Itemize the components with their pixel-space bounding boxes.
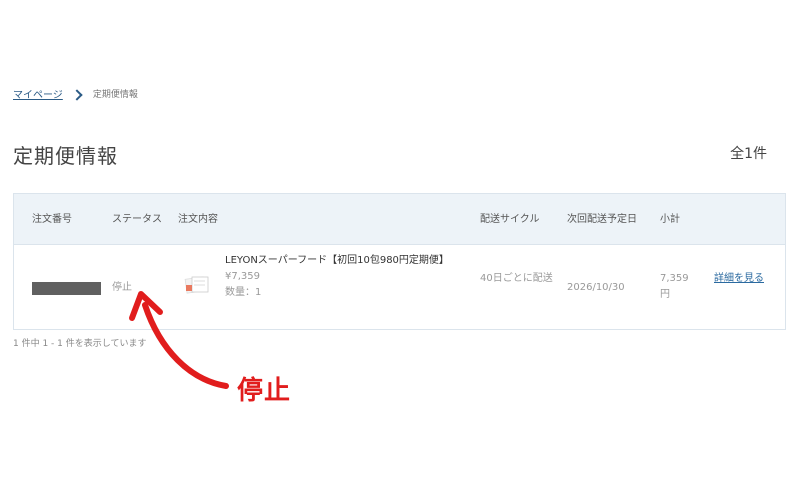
- next-delivery-date-value: 2026/10/30: [567, 282, 625, 293]
- breadcrumb-current: 定期便情報: [92, 90, 138, 100]
- breadcrumb-mypage-link[interactable]: マイページ: [13, 86, 63, 101]
- total-count: 全1件: [730, 146, 767, 162]
- product-info: LEYONスーパーフード【初回10包980円定期便】 ¥7,359 数量：1: [225, 253, 475, 301]
- subscription-table: 注文番号 ステータス 注文内容 配送サイクル 次回配送予定日 小計 停止 LEY…: [13, 193, 786, 330]
- header-order-number: 注文番号: [32, 213, 72, 225]
- result-count-text: 1 件中 1 - 1 件を表示しています: [13, 339, 147, 349]
- product-name: LEYONスーパーフード【初回10包980円定期便】: [225, 255, 449, 266]
- delivery-cycle-value: 40日ごとに配送: [480, 273, 553, 284]
- table-header: 注文番号 ステータス 注文内容 配送サイクル 次回配送予定日 小計: [14, 194, 785, 245]
- product-thumbnail-icon: [184, 276, 209, 294]
- page-title: 定期便情報: [13, 144, 118, 168]
- annotation-label: 停止: [237, 376, 292, 406]
- order-number-redacted: [32, 282, 101, 295]
- header-order-content: 注文内容: [178, 213, 218, 225]
- header-next-delivery-date: 次回配送予定日: [567, 213, 637, 225]
- header-status: ステータス: [112, 213, 162, 225]
- product-quantity: 数量：1: [225, 287, 262, 298]
- status-value: 停止: [112, 282, 132, 293]
- product-price: ¥7,359: [225, 271, 260, 282]
- detail-link[interactable]: 詳細を見る: [714, 271, 764, 287]
- header-delivery-cycle: 配送サイクル: [480, 213, 540, 225]
- table-row: 停止 LEYONスーパーフード【初回10包980円定期便】 ¥7,359 数量：…: [14, 245, 785, 329]
- chevron-right-icon: [71, 88, 83, 101]
- subtotal-value: 7,359円: [660, 273, 689, 300]
- header-subtotal: 小計: [660, 213, 680, 225]
- breadcrumb: マイページ 定期便情報: [13, 86, 138, 101]
